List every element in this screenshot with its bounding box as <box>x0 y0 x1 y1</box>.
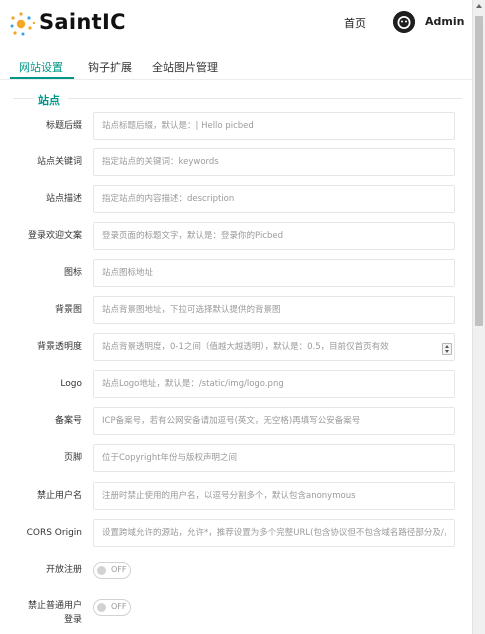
field-label-logo: Logo <box>60 379 82 389</box>
user-avatar-icon[interactable] <box>393 11 415 33</box>
field-label-footer: 页脚 <box>63 453 82 463</box>
cors-origin-input[interactable] <box>93 519 455 547</box>
settings-tabs: 网站设置 钩子扩展 全站图片管理 <box>0 50 472 80</box>
field-label-title-suffix: 标题后缀 <box>45 121 82 131</box>
field-label-forbidden-usernames: 禁止用户名 <box>36 491 82 501</box>
background-image-input[interactable] <box>93 296 455 324</box>
bg-opacity-input[interactable] <box>93 333 455 361</box>
logo-mark-icon <box>10 12 36 36</box>
title-suffix-input[interactable] <box>93 112 455 140</box>
logo-input[interactable] <box>93 370 455 398</box>
stepper-down-icon <box>445 350 449 353</box>
section-legend: 站点 <box>38 94 60 107</box>
login-welcome-input[interactable] <box>93 222 455 250</box>
scroll-up-arrow-icon[interactable] <box>476 4 482 8</box>
top-header: SaintIC 首页 Admin <box>0 0 472 48</box>
field-label-description: 站点描述 <box>45 194 82 204</box>
user-name[interactable]: Admin <box>425 15 464 28</box>
toggle-state-text: OFF <box>111 602 127 611</box>
field-label-keywords: 站点关键词 <box>36 157 82 167</box>
field-label-cors-origin: CORS Origin <box>26 528 82 538</box>
toggle-knob <box>97 603 106 612</box>
tab-image-management[interactable]: 全站图片管理 <box>152 59 218 75</box>
settings-page: SaintIC 首页 Admin 网站设置 钩子扩展 全站图片管理 站点 标题后… <box>0 0 472 634</box>
tab-site-settings[interactable]: 网站设置 <box>19 59 63 75</box>
disable-user-login-toggle[interactable]: OFF <box>93 599 131 616</box>
toggle-knob <box>97 566 106 575</box>
field-label-background: 背景图 <box>54 305 82 315</box>
icp-number-input[interactable] <box>93 407 455 435</box>
bg-opacity-stepper[interactable] <box>442 343 452 355</box>
toggle-label-disable-user-login-line2: 登录 <box>63 615 82 625</box>
toggle-label-disable-user-login: 禁止普通用户 <box>27 601 82 611</box>
forbidden-usernames-input[interactable] <box>93 482 455 510</box>
field-label-icp: 备案号 <box>54 416 82 426</box>
tab-hook-extensions[interactable]: 钩子扩展 <box>88 59 132 75</box>
field-label-bg-opacity: 背景透明度 <box>36 342 82 352</box>
field-label-favicon: 图标 <box>63 268 82 278</box>
logo-text: SaintIC <box>39 10 126 34</box>
legend-divider-right <box>68 98 462 99</box>
active-tab-indicator <box>10 77 74 79</box>
stepper-up-icon <box>445 345 449 348</box>
site-logo[interactable]: SaintIC <box>9 9 139 39</box>
legend-divider-left <box>13 98 33 99</box>
toggle-state-text: OFF <box>111 565 127 574</box>
field-label-login-welcome: 登录欢迎文案 <box>27 231 82 241</box>
keywords-input[interactable] <box>93 148 455 176</box>
page-scrollbar[interactable] <box>472 0 485 634</box>
nav-home-link[interactable]: 首页 <box>344 15 366 31</box>
description-input[interactable] <box>93 185 455 213</box>
favicon-input[interactable] <box>93 259 455 287</box>
toggle-label-open-registration: 开放注册 <box>45 565 82 575</box>
scrollbar-thumb[interactable] <box>475 16 483 326</box>
footer-input[interactable] <box>93 444 455 472</box>
open-registration-toggle[interactable]: OFF <box>93 562 131 579</box>
